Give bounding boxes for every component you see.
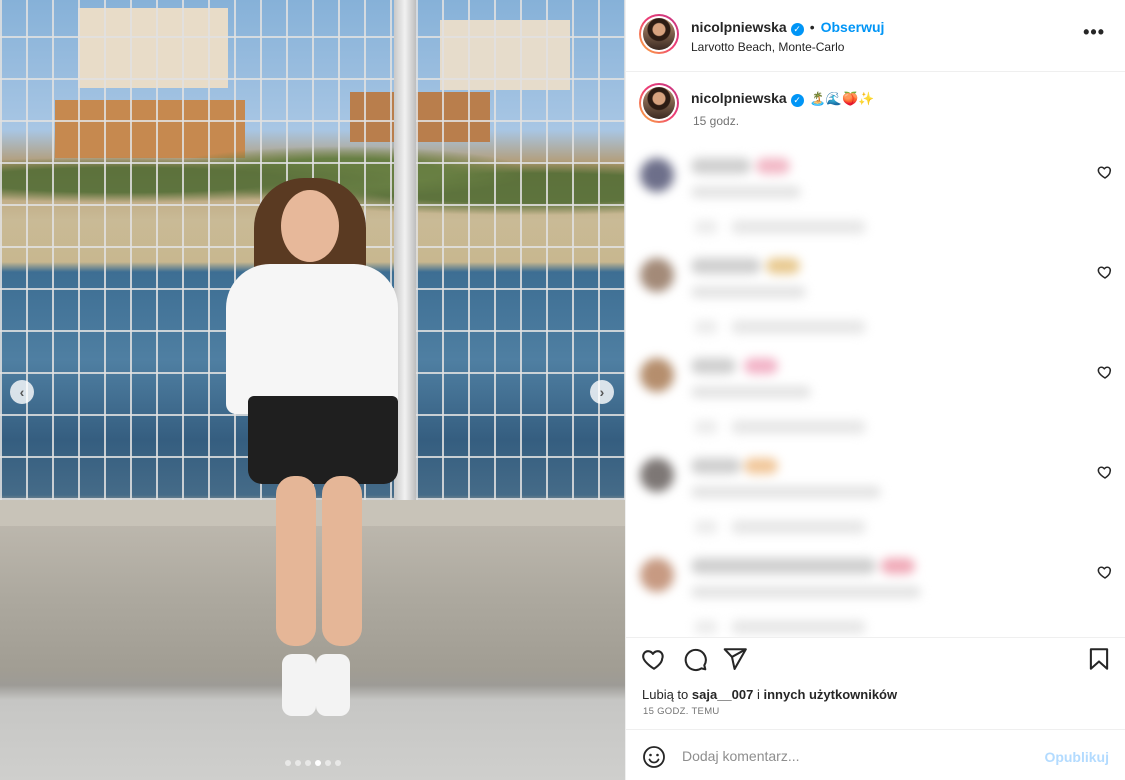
caption-timestamp: 15 godz. xyxy=(693,114,740,128)
comment-like-icon[interactable] xyxy=(1097,564,1113,580)
heart-icon[interactable] xyxy=(641,646,667,672)
comment-meta xyxy=(694,420,718,434)
comment-item xyxy=(626,450,1125,550)
comment-item xyxy=(626,150,1125,250)
avatar-image xyxy=(643,87,675,119)
comment-avatar xyxy=(640,258,674,292)
carousel-dot xyxy=(304,760,311,766)
carousel-dot xyxy=(334,760,341,766)
posted-time: 15 GODZ. TEMU xyxy=(643,706,720,717)
comment-replies xyxy=(731,320,866,334)
comment-replies xyxy=(731,520,866,534)
post-caption: nicolpniewska ✓ 🏝️🌊🍑✨ 15 godz. xyxy=(626,72,1125,142)
comment-username xyxy=(691,458,741,474)
carousel-indicator xyxy=(0,760,625,766)
comment-item xyxy=(626,350,1125,450)
comment-username xyxy=(691,158,751,174)
comment-text xyxy=(691,386,811,398)
avatar-image xyxy=(643,18,675,50)
comment-avatar xyxy=(640,458,674,492)
comment-emoji xyxy=(744,458,778,474)
comment-input[interactable] xyxy=(682,742,1032,770)
more-options-icon[interactable]: ••• xyxy=(1083,22,1105,43)
post-side-panel: nicolpniewska ✓ • Obserwuj Larvotto Beach, … xyxy=(625,0,1125,780)
comment-like-icon[interactable] xyxy=(1097,164,1113,180)
likes-summary: Lubią to saja__007 i innych użytkowników xyxy=(642,687,897,702)
comment-emoji xyxy=(766,258,800,274)
person-leg xyxy=(322,476,362,646)
carousel-dot xyxy=(294,760,301,766)
comments-list xyxy=(626,142,1125,637)
comment-replies xyxy=(731,220,866,234)
likes-user-link[interactable]: saja__007 xyxy=(692,687,753,702)
comment-replies xyxy=(731,620,866,634)
person-face xyxy=(281,190,339,262)
person-shoe xyxy=(316,654,350,716)
caption-username-link[interactable]: nicolpniewska xyxy=(691,90,787,106)
comment-like-icon[interactable] xyxy=(1097,264,1113,280)
comment-text xyxy=(691,586,921,598)
verified-badge-icon: ✓ xyxy=(790,23,804,36)
person-shoe xyxy=(282,654,316,716)
header-names: nicolpniewska ✓ • Obserwuj xyxy=(691,19,884,37)
comment-username xyxy=(691,558,876,574)
comment-username xyxy=(691,358,736,374)
likes-others-link[interactable]: innych użytkowników xyxy=(763,687,897,702)
share-icon[interactable] xyxy=(722,646,748,672)
post-photo[interactable]: ‹ › xyxy=(0,0,625,780)
comment-replies xyxy=(731,420,866,434)
avatar[interactable] xyxy=(639,14,679,54)
chevron-right-icon: › xyxy=(599,384,605,400)
post-actions xyxy=(626,637,1125,679)
comment-emoji xyxy=(744,358,778,374)
person-leg xyxy=(276,476,316,646)
publish-button[interactable]: Opublikuj xyxy=(1044,749,1109,765)
carousel-prev-button[interactable]: ‹ xyxy=(10,380,34,404)
comment-avatar xyxy=(640,358,674,392)
carousel-next-button[interactable]: › xyxy=(590,380,614,404)
post-header: nicolpniewska ✓ • Obserwuj Larvotto Beach, … xyxy=(626,0,1125,72)
comment-icon[interactable] xyxy=(682,646,708,672)
comment-meta xyxy=(694,620,718,634)
carousel-dot xyxy=(284,760,291,766)
chevron-left-icon: ‹ xyxy=(19,384,25,400)
comment-username xyxy=(691,258,761,274)
separator-dot: • xyxy=(809,19,815,35)
likes-middle: i xyxy=(756,687,760,702)
caption-text: nicolpniewska ✓ 🏝️🌊🍑✨ xyxy=(691,90,874,108)
comment-text xyxy=(691,486,881,498)
verified-badge-icon: ✓ xyxy=(790,94,804,107)
emoji-icon[interactable] xyxy=(642,745,666,769)
comment-meta xyxy=(694,220,718,234)
caption-emojis: 🏝️🌊🍑✨ xyxy=(809,91,875,106)
comment-like-icon[interactable] xyxy=(1097,364,1113,380)
comment-meta xyxy=(694,520,718,534)
carousel-dot xyxy=(314,760,321,766)
comment-avatar xyxy=(640,558,674,592)
bookmark-icon[interactable] xyxy=(1086,646,1112,672)
comment-meta xyxy=(694,320,718,334)
comment-text xyxy=(691,186,801,198)
comment-item xyxy=(626,250,1125,350)
person-figure xyxy=(226,176,398,721)
comment-emoji xyxy=(756,158,790,174)
caption-avatar[interactable] xyxy=(639,83,679,123)
follow-button[interactable]: Obserwuj xyxy=(821,19,885,35)
comment-text xyxy=(691,286,806,298)
carousel-dot xyxy=(324,760,331,766)
comment-item xyxy=(626,550,1125,637)
username-link[interactable]: nicolpniewska xyxy=(691,19,787,35)
add-comment-bar: Opublikuj xyxy=(626,729,1125,780)
person-shirt xyxy=(226,264,398,414)
location-link[interactable]: Larvotto Beach, Monte-Carlo xyxy=(691,40,844,54)
person-skirt xyxy=(248,396,398,484)
comment-like-icon[interactable] xyxy=(1097,464,1113,480)
comment-avatar xyxy=(640,158,674,192)
comment-emoji xyxy=(881,558,915,574)
likes-prefix: Lubią to xyxy=(642,687,689,702)
